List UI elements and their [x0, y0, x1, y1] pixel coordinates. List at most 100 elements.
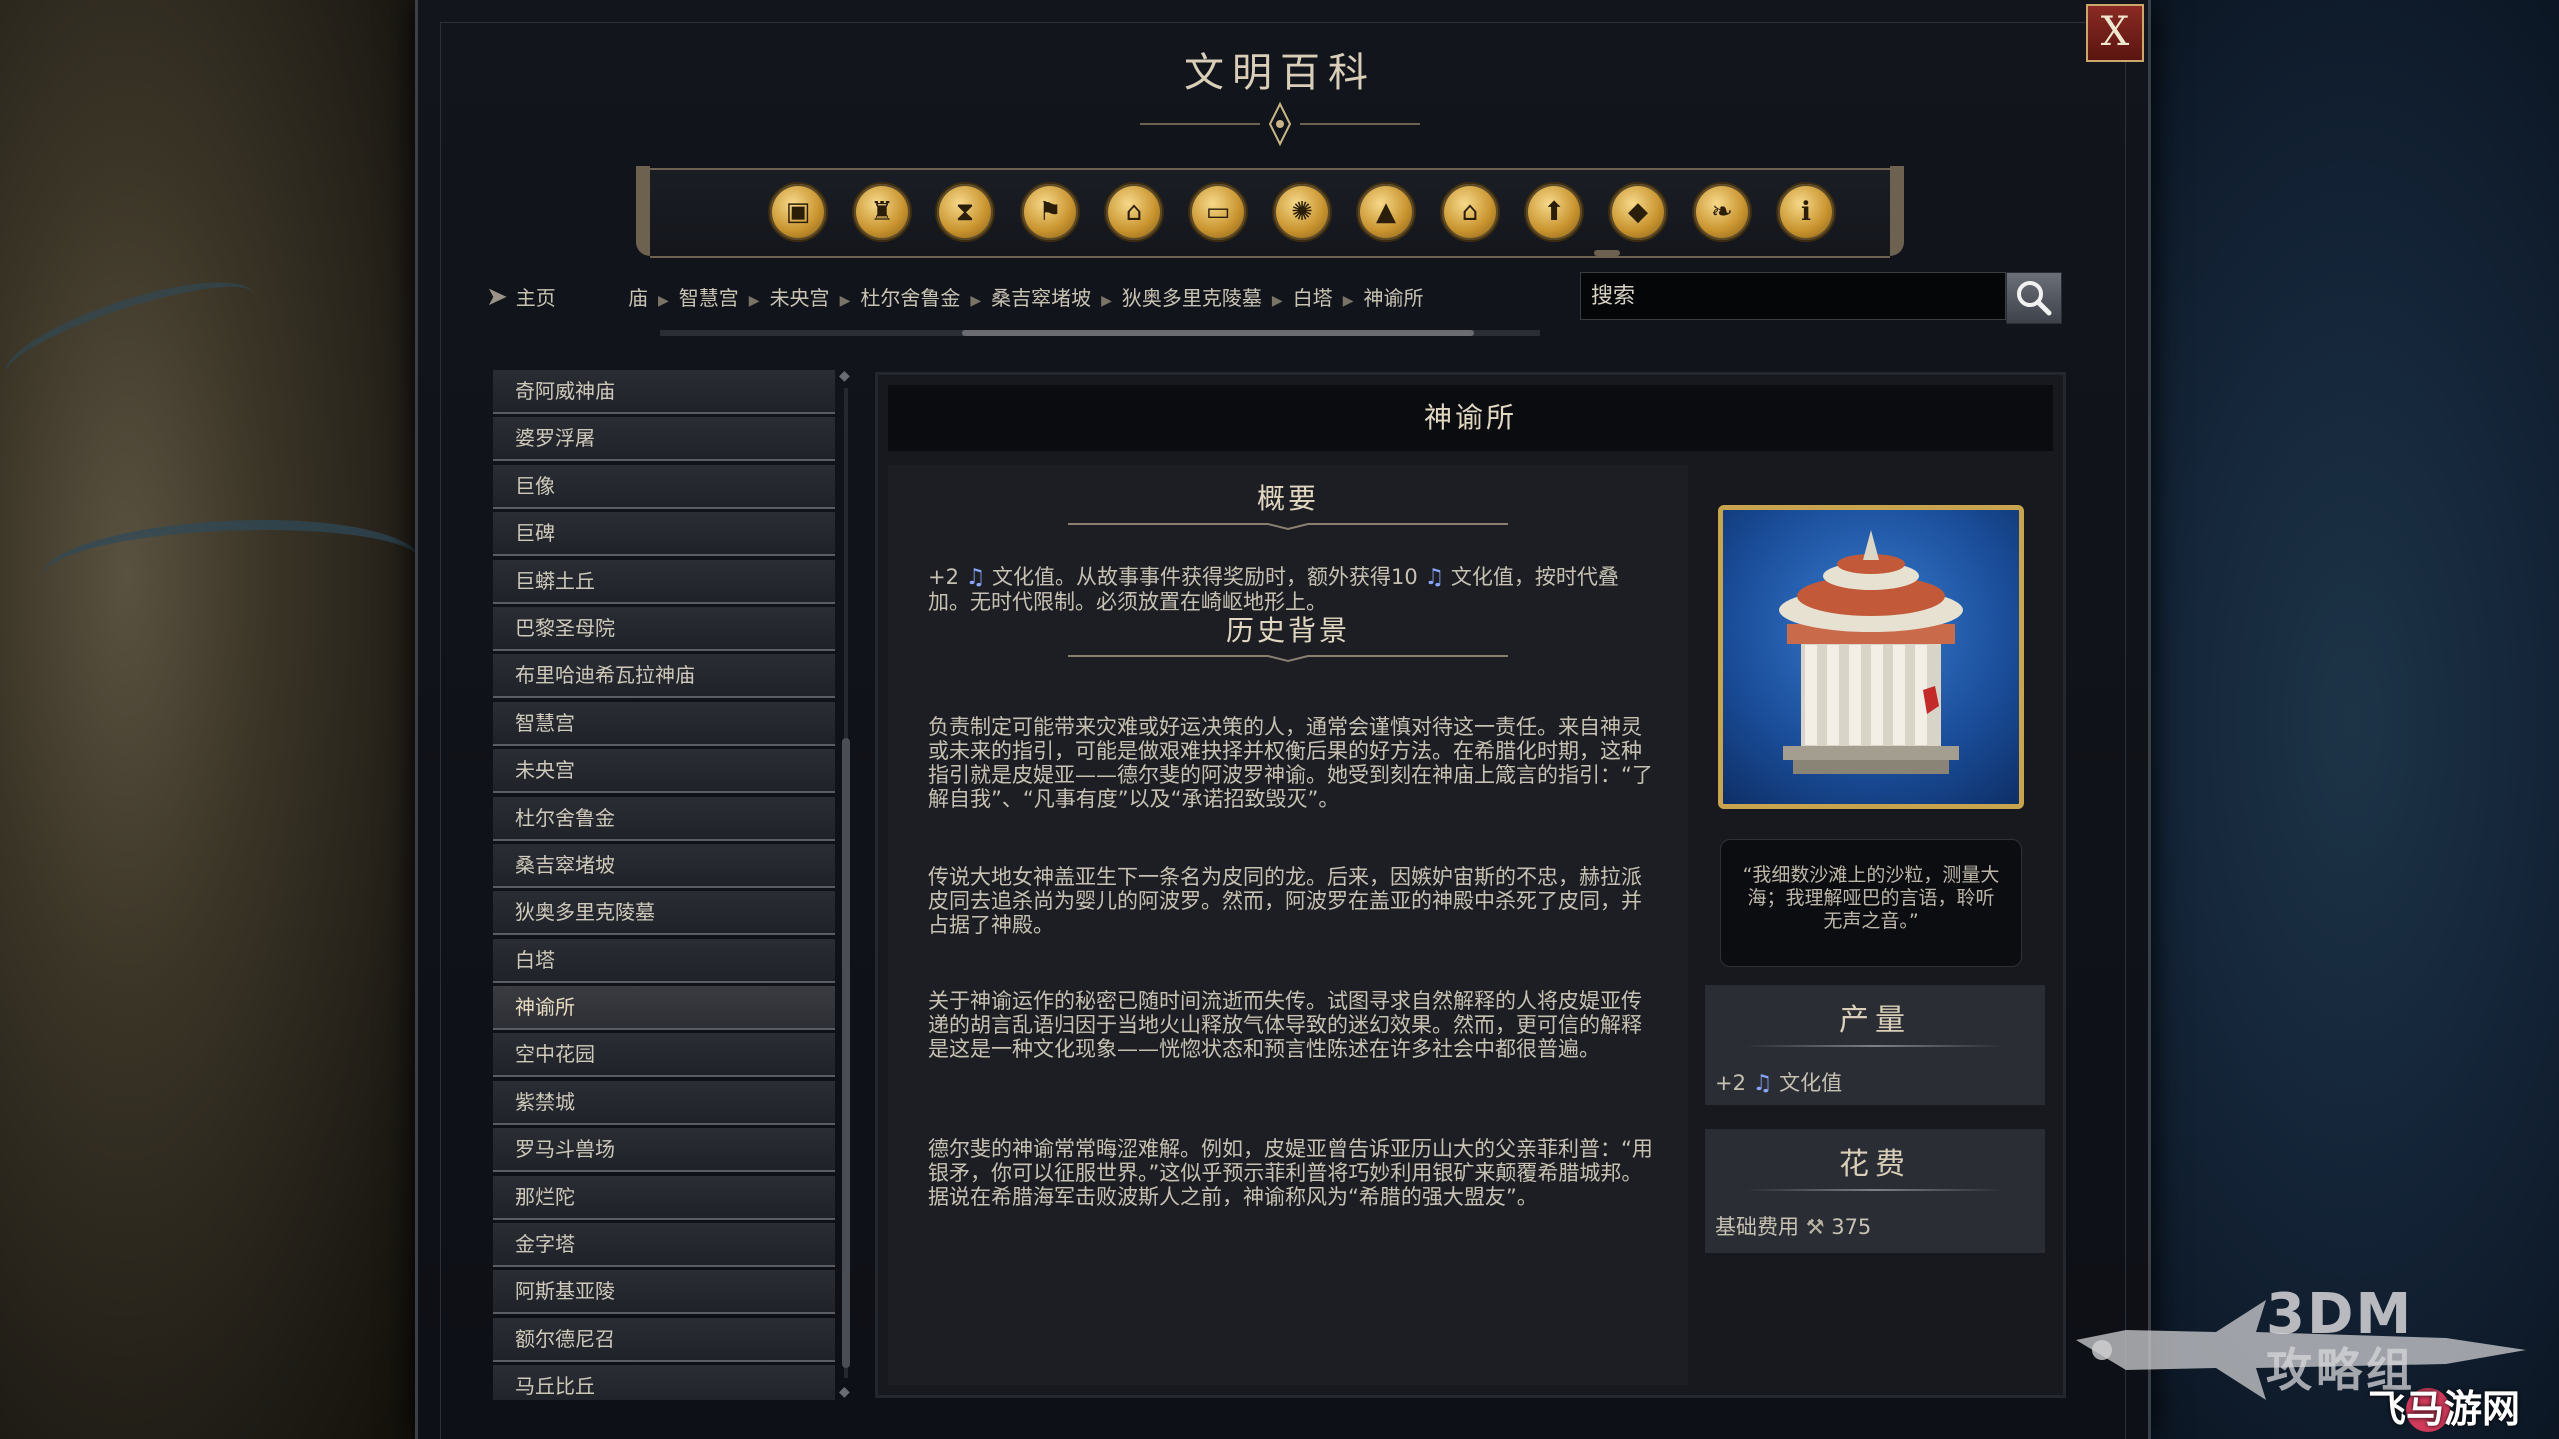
list-item[interactable]: 巨蟒土丘	[493, 559, 835, 604]
cost-value: 375	[1831, 1215, 1872, 1239]
list-item[interactable]: 白塔	[493, 938, 835, 983]
breadcrumb-scrollbar[interactable]	[660, 330, 1540, 336]
history-paragraph: 关于神谕运作的秘密已随时间流逝而失传。试图寻求自然解释的人将皮媞亚传递的胡言乱语…	[928, 989, 1642, 1061]
breadcrumb-separator-icon: ▶	[1271, 293, 1283, 309]
gem-icon[interactable]: ◆	[1608, 182, 1668, 242]
list-item[interactable]: 那烂陀	[493, 1175, 835, 1220]
culture-note-icon: ♫	[1752, 1071, 1773, 1096]
category-bar: ▣ ♜ ⧗ ⚑ ⌂ ▭ ✺ ▲ ⌂ ⬆ ◆ ❧ ℹ	[636, 166, 1904, 258]
list-item[interactable]: 神谕所	[493, 986, 835, 1031]
category-bar-cap	[636, 166, 650, 256]
search-icon	[2017, 281, 2052, 316]
yield-label: 文化值	[1779, 1071, 1843, 1095]
list-item[interactable]: 额尔德尼召	[493, 1317, 835, 1362]
back-arrow-icon: ➤	[486, 282, 508, 312]
category-bar-cap	[1890, 166, 1904, 256]
breadcrumb-separator-icon: ▶	[839, 293, 851, 309]
list-item[interactable]: 巨碑	[493, 512, 835, 557]
section-ornament	[1068, 655, 1508, 663]
list-item[interactable]: 桑吉窣堵坡	[493, 843, 835, 888]
building-icon[interactable]: ⌂	[1104, 182, 1164, 242]
list-item[interactable]: 紫禁城	[493, 1080, 835, 1125]
flag-icon[interactable]: ⚑	[1020, 182, 1080, 242]
scroll-up-icon[interactable]: ◆	[839, 368, 850, 384]
list-item[interactable]: 巴黎圣母院	[493, 606, 835, 651]
culture-note-icon: ♫	[1424, 565, 1445, 590]
list-item[interactable]: 狄奥多里克陵墓	[493, 891, 835, 936]
cost-label: 基础费用	[1715, 1215, 1799, 1239]
breadcrumb-scroll-thumb[interactable]	[962, 330, 1474, 336]
quote-box: “我细数沙滩上的沙粒，测量大海；我理解哑巴的言语，聆听无声之音。”	[1720, 839, 2022, 967]
cost-row: 基础费用 ⚒ 375	[1715, 1211, 1871, 1241]
goblet-icon[interactable]: ♜	[852, 182, 912, 242]
arrow-up-icon[interactable]: ⬆	[1524, 182, 1584, 242]
breadcrumb-item[interactable]: 杜尔舍鲁金	[860, 286, 960, 310]
book-icon[interactable]: ▭	[1188, 182, 1248, 242]
section-ornament	[1068, 523, 1508, 531]
detail-title-bar: 神谕所	[888, 385, 2053, 451]
detail-panel: 神谕所 概要 +2 ♫ 文化值。从故事事件获得奖励时，额外获得10 ♫ 文化值，…	[875, 372, 2066, 1398]
map-background-left	[0, 0, 420, 1439]
list-scroll-thumb[interactable]	[842, 738, 850, 1368]
breadcrumb-item[interactable]: 庙	[628, 286, 648, 310]
close-button[interactable]: X	[2086, 4, 2144, 62]
breadcrumb-item[interactable]: 桑吉窣堵坡	[991, 286, 1091, 310]
history-paragraph: 负责制定可能带来灾难或好运决策的人，通常会谨慎对待这一责任。来自神灵或未来的指引…	[928, 715, 1653, 811]
culture-note-icon: ♫	[965, 565, 986, 590]
list-item[interactable]: 智慧宫	[493, 701, 835, 746]
list-item[interactable]: 布里哈迪希瓦拉神庙	[493, 654, 835, 699]
cost-heading: 花费	[1839, 1147, 1911, 1182]
detail-text-column: 概要 +2 ♫ 文化值。从故事事件获得奖励时，额外获得10 ♫ 文化值，按时代叠…	[888, 465, 1688, 1385]
atom-icon[interactable]: ✺	[1272, 182, 1332, 242]
yield-divider	[1745, 1045, 2005, 1047]
watermark-text: 飞马游网	[2368, 1387, 2521, 1431]
info-icon[interactable]: ℹ	[1776, 182, 1836, 242]
quote-text: “我细数沙滩上的沙粒，测量大海；我理解哑巴的言语，聆听无声之音。”	[1742, 864, 2000, 932]
list-item[interactable]: 杜尔舍鲁金	[493, 796, 835, 841]
title-ornament	[1140, 101, 1420, 147]
breadcrumb-item[interactable]: 智慧宫	[679, 286, 739, 310]
list-item[interactable]: 婆罗浮屠	[493, 417, 835, 462]
mountain-icon[interactable]: ▲	[1356, 182, 1416, 242]
hourglass-icon[interactable]: ⧗	[935, 182, 995, 242]
history-paragraph: 德尔斐的神谕常常晦涩难解。例如，皮媞亚曾告诉亚历山大的父亲菲利普：“用银矛，你可…	[928, 1137, 1653, 1209]
breadcrumb-item[interactable]: 神谕所	[1363, 286, 1423, 310]
boxes-icon[interactable]: ▣	[768, 182, 828, 242]
summary-text-mid: 文化值。从故事事件获得奖励时，额外获得10	[985, 565, 1425, 589]
hammer-icon: ⚒	[1805, 1215, 1825, 1239]
breadcrumb-separator-icon: ▶	[1342, 293, 1354, 309]
home-label: 主页	[515, 286, 556, 310]
list-item[interactable]: 罗马斗兽场	[493, 1128, 835, 1173]
breadcrumb-separator-icon: ▶	[658, 293, 669, 309]
house-icon[interactable]: ⌂	[1440, 182, 1500, 242]
summary-text-pre: +2	[928, 565, 966, 589]
summary-text: +2 ♫ 文化值。从故事事件获得奖励时，额外获得10 ♫ 文化值，按时代叠加。无…	[928, 565, 1656, 614]
list-item[interactable]: 马丘比丘	[493, 1365, 835, 1400]
breadcrumb-item[interactable]: 狄奥多里克陵墓	[1122, 286, 1262, 310]
cost-divider	[1745, 1189, 2005, 1191]
breadcrumb-item[interactable]: 未央宫	[770, 286, 830, 310]
list-item[interactable]: 金字塔	[493, 1223, 835, 1268]
breadcrumb-item[interactable]: 白塔	[1293, 286, 1333, 310]
scroll-down-icon[interactable]: ◆	[839, 1384, 850, 1400]
breadcrumb-separator-icon: ▶	[970, 293, 982, 309]
yield-heading: 产量	[1839, 1003, 1911, 1038]
list-item[interactable]: 阿斯基亚陵	[493, 1270, 835, 1315]
list-item[interactable]: 未央宫	[493, 749, 835, 794]
list-scrollbar[interactable]: ◆ ◆	[839, 368, 850, 1400]
history-heading: 历史背景	[1225, 614, 1350, 647]
map-river	[40, 520, 420, 620]
list-item[interactable]: 空中花园	[493, 1033, 835, 1078]
breadcrumb-separator-icon: ▶	[748, 293, 760, 309]
search-input[interactable]	[1580, 272, 2006, 320]
detail-title: 神谕所	[1423, 401, 1517, 434]
home-link[interactable]: ➤ 主页	[486, 282, 556, 314]
list-item[interactable]: 巨像	[493, 464, 835, 509]
dove-icon[interactable]: ❧	[1692, 182, 1752, 242]
list-item[interactable]: 奇阿威神庙	[493, 370, 835, 414]
wonder-list: 奇阿威神庙 婆罗浮屠 巨像 巨碑 巨蟒土丘 巴黎圣母院 布里哈迪希瓦拉神庙 智慧宫 未央宫 杜尔舍…	[493, 370, 835, 1400]
breadcrumb: 庙 ▶ 智慧宫 ▶ 未央宫 ▶ 杜尔舍鲁金 ▶ 桑吉窣堵坡 ▶ 狄奥多里克陵墓 ▶ 白塔 ▶ 神谕所	[628, 282, 1423, 314]
history-paragraph: 传说大地女神盖亚生下一条名为皮同的龙。后来，因嫉妒宙斯的不忠，赫拉派皮同去追杀尚…	[928, 865, 1642, 937]
oracle-portrait	[1718, 505, 2024, 809]
search-button[interactable]	[2006, 272, 2062, 324]
